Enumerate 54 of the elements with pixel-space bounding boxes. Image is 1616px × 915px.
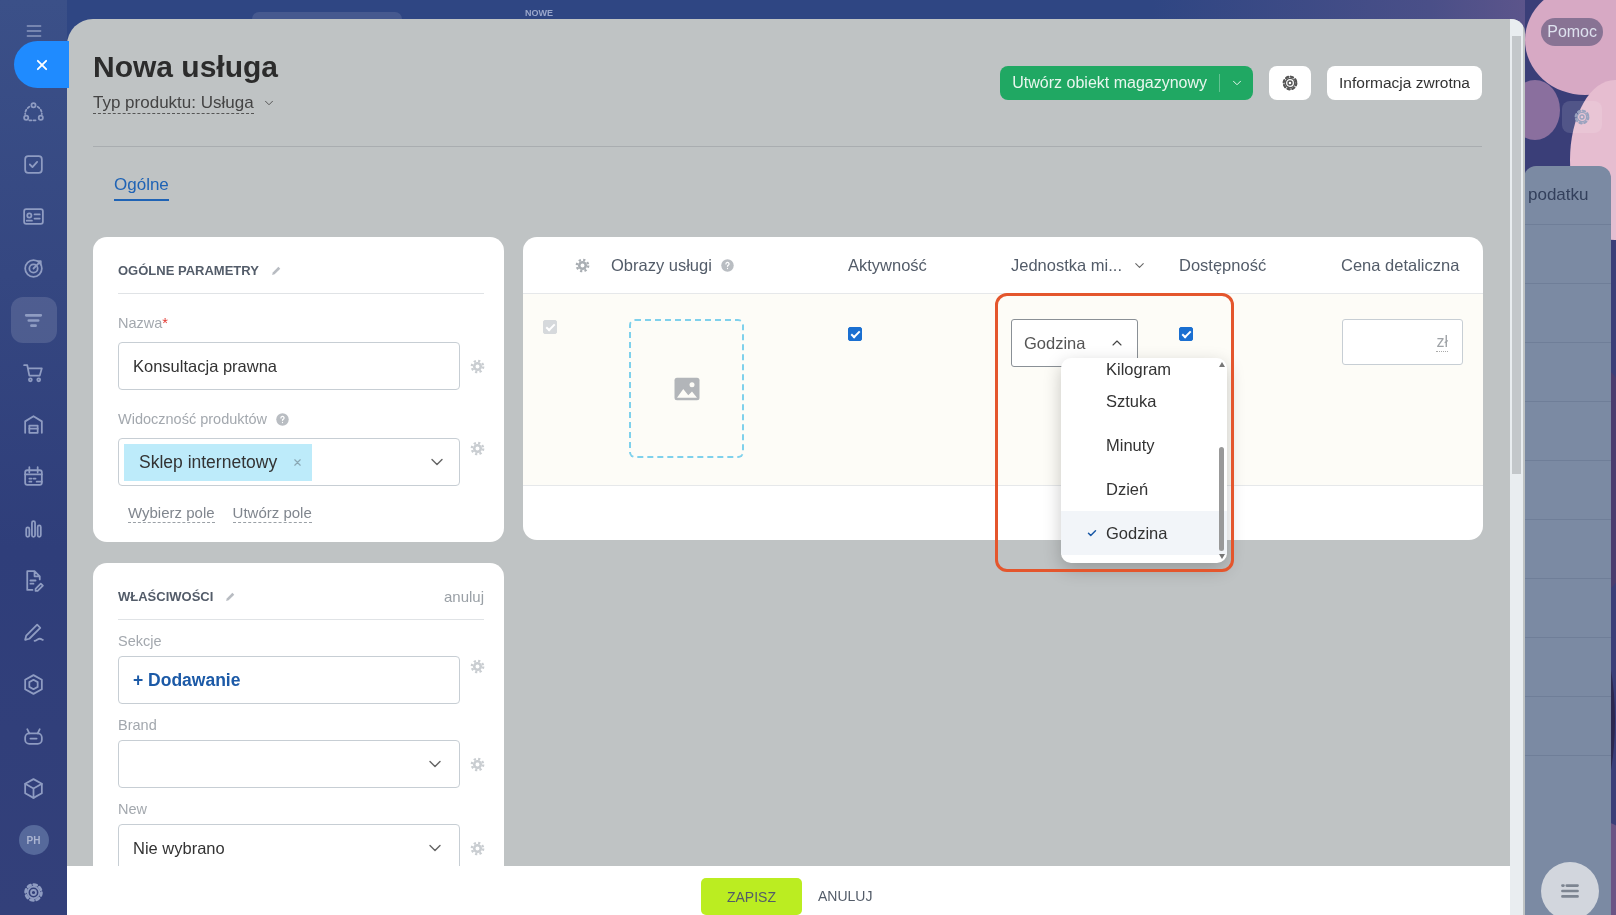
field-label: New — [118, 801, 147, 817]
settings-button[interactable] — [1269, 66, 1312, 100]
column-header: Dostępność — [1179, 255, 1267, 275]
dropdown-option[interactable]: Minuty — [1061, 423, 1227, 467]
cancel-button[interactable]: ANULUJ — [818, 878, 873, 915]
column-header: Cena detaliczna — [1341, 255, 1460, 275]
select-field[interactable]: Nie wybrano — [118, 824, 460, 866]
settings-icon — [469, 440, 486, 457]
settings-icon — [469, 357, 486, 375]
tab[interactable]: Ogólne — [114, 174, 169, 201]
select-value: Godzina — [1024, 333, 1086, 353]
link[interactable]: Utwórz pole — [232, 504, 312, 523]
column-header: podatku — [1528, 185, 1589, 205]
checkmark-icon — [1086, 527, 1098, 539]
add-link[interactable]: + Dodawanie — [133, 669, 241, 691]
section-field[interactable]: + Dodawanie — [118, 656, 460, 704]
close-button[interactable] — [14, 41, 69, 88]
hexagon-icon — [21, 671, 46, 697]
tag[interactable]: Sklep internetowy — [124, 443, 313, 481]
field-label: Nazwa* — [118, 315, 168, 331]
dropdown-option[interactable]: Godzina — [1061, 511, 1227, 555]
calendar-icon — [21, 463, 46, 489]
column-header: Aktywność — [848, 255, 927, 275]
link[interactable]: Wybierz pole — [128, 504, 215, 523]
scrollbar[interactable] — [1218, 362, 1225, 559]
settings-icon — [1572, 107, 1592, 127]
scrollbar[interactable] — [1510, 19, 1523, 915]
page-title: Nowa usługa — [93, 49, 279, 85]
dropdown-option[interactable]: Dzień — [1061, 467, 1227, 511]
dropdown-option[interactable]: Sztuka — [1061, 379, 1227, 423]
badge-label: NOWE — [525, 8, 553, 18]
save-button[interactable]: ZAPISZ — [701, 878, 802, 915]
cube-icon — [21, 775, 46, 801]
settings-icon — [469, 755, 486, 773]
text-field[interactable]: Konsultacja prawna — [118, 342, 460, 390]
currency-label: zł — [1436, 332, 1448, 352]
product-type-link[interactable]: Typ produktu: Usługa — [93, 92, 254, 114]
feedback-button[interactable]: Informacja zwrotna — [1327, 66, 1482, 100]
column-header: Jednostka mi... — [1011, 255, 1122, 275]
image-drop-zone[interactable] — [629, 319, 744, 458]
multi-select-field[interactable]: Sklep internetowy — [118, 438, 460, 486]
field-label: Widoczność produktów — [118, 411, 268, 427]
select-value: Nie wybrano — [133, 838, 225, 858]
settings-button[interactable] — [1562, 101, 1602, 133]
settings-icon — [469, 839, 486, 857]
column-header: Obrazy usługi — [611, 255, 712, 275]
field-label: Brand — [118, 717, 157, 733]
section-title: OGÓLNE PARAMETRY — [118, 262, 259, 278]
sidebar-item[interactable] — [10, 297, 57, 343]
settings-icon — [574, 256, 591, 274]
field-label: Sekcje — [118, 633, 162, 649]
select-field[interactable] — [118, 740, 460, 788]
section-title: WŁAŚCIWOŚCI — [118, 588, 214, 604]
settings-icon — [469, 658, 486, 675]
